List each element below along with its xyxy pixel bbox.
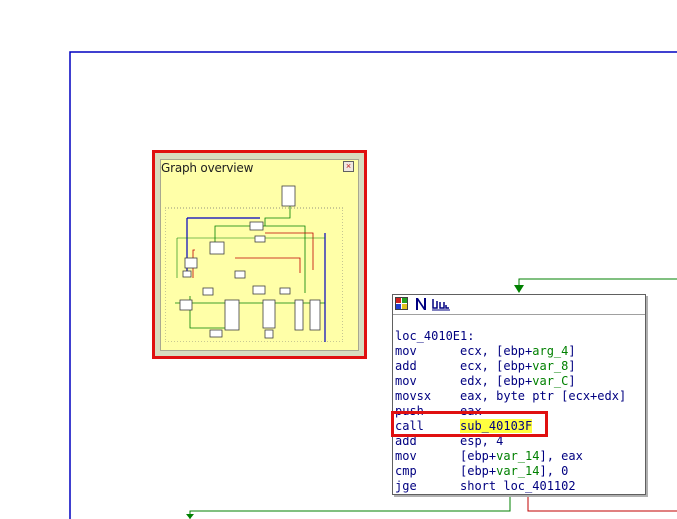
mnemonic: mov xyxy=(395,344,417,358)
instruction-line[interactable]: mov [ebp+var_14], eax xyxy=(395,449,626,464)
variable-operand[interactable]: var_14 xyxy=(496,449,539,463)
minimap-edge xyxy=(265,232,314,270)
variable-operand[interactable]: arg_4 xyxy=(532,344,568,358)
instruction-line[interactable]: call sub_40103F xyxy=(395,419,626,434)
operand: esp, 4 xyxy=(460,434,504,448)
color-palette-icon[interactable] xyxy=(395,297,409,311)
operand: ] xyxy=(568,344,576,358)
operand: ] xyxy=(568,359,576,373)
minimap-node xyxy=(184,257,198,269)
minimap-node xyxy=(209,241,225,255)
graph-overview-title: Graph overview xyxy=(161,161,254,175)
mnemonic: jge xyxy=(395,479,417,493)
variable-operand[interactable]: var_C xyxy=(532,374,568,388)
minimap-node xyxy=(309,299,321,331)
variable-operand[interactable]: var_14 xyxy=(496,464,539,478)
minimap-node xyxy=(252,285,266,295)
mnemonic: add xyxy=(395,359,417,373)
variable-operand[interactable]: var_8 xyxy=(532,359,568,373)
close-icon[interactable]: × xyxy=(343,161,354,172)
minimap-node xyxy=(209,329,223,338)
instruction-line[interactable]: push eax xyxy=(395,404,626,419)
minimap-node xyxy=(202,287,214,296)
incoming-edge-arrow xyxy=(514,285,524,293)
instruction-line[interactable]: cmp [ebp+var_14], 0 xyxy=(395,464,626,479)
operand: edx, [ebp+ xyxy=(460,374,533,388)
minimap-edge xyxy=(192,249,301,278)
instruction-line[interactable]: mov ecx, [ebp+arg_4] xyxy=(395,344,626,359)
instruction-line[interactable]: add ecx, [ebp+var_8] xyxy=(395,359,626,374)
minimap-node xyxy=(224,299,240,331)
false-branch-arrow xyxy=(186,514,194,519)
block-label[interactable]: loc_4010E1: xyxy=(395,329,626,344)
operand: eax, byte ptr [ecx+edx] xyxy=(460,389,627,403)
operand: ] xyxy=(568,374,576,388)
operand: short loc_401102 xyxy=(460,479,576,493)
operand: [ebp+ xyxy=(460,449,497,463)
instruction-line[interactable]: add esp, 4 xyxy=(395,434,626,449)
mnemonic: push xyxy=(395,404,424,418)
mnemonic: mov xyxy=(395,374,417,388)
minimap-node xyxy=(234,270,246,279)
true-branch-edge xyxy=(527,495,677,512)
rename-icon[interactable] xyxy=(415,297,427,311)
graph-overview-panel[interactable]: Graph overview × xyxy=(152,150,367,359)
mnemonic: mov xyxy=(395,449,417,463)
minimap-node xyxy=(249,221,264,231)
mnemonic: cmp xyxy=(395,464,417,478)
mnemonic: add xyxy=(395,434,417,448)
operand: ecx, [ebp+ xyxy=(460,359,533,373)
minimap-node xyxy=(281,185,296,207)
operand: ], eax xyxy=(539,449,583,463)
minimap-node xyxy=(279,287,291,295)
code-block-node[interactable]: loc_4010E1: mov ecx, [ebp+arg_4] add ecx, [… xyxy=(392,294,646,495)
minimap-node xyxy=(254,235,266,243)
minimap-edge xyxy=(264,206,291,226)
operand: ], 0 xyxy=(539,464,569,478)
instruction-line[interactable]: jge short loc_401102 xyxy=(395,479,626,494)
minimap-node xyxy=(182,270,192,278)
operand: ecx, [ebp+ xyxy=(460,344,533,358)
instruction-line[interactable]: mov edx, [ebp+var_C] xyxy=(395,374,626,389)
node-header[interactable] xyxy=(393,295,645,315)
instruction-line[interactable]: movsx eax, byte ptr [ecx+edx] xyxy=(395,389,626,404)
incoming-edge xyxy=(518,278,677,288)
minimap-node xyxy=(294,299,304,331)
minimap-node xyxy=(264,329,274,339)
false-branch-edge xyxy=(189,495,511,519)
minimap-node xyxy=(262,299,276,329)
graph-icon[interactable] xyxy=(431,297,451,311)
minimap-node xyxy=(179,299,193,311)
operand: eax xyxy=(460,404,482,418)
graph-minimap[interactable] xyxy=(165,178,343,342)
highlighted-operand[interactable]: sub_40103F xyxy=(460,419,533,433)
operand: [ebp+ xyxy=(460,464,497,478)
mnemonic: call xyxy=(395,419,424,433)
mnemonic: movsx xyxy=(395,389,432,403)
